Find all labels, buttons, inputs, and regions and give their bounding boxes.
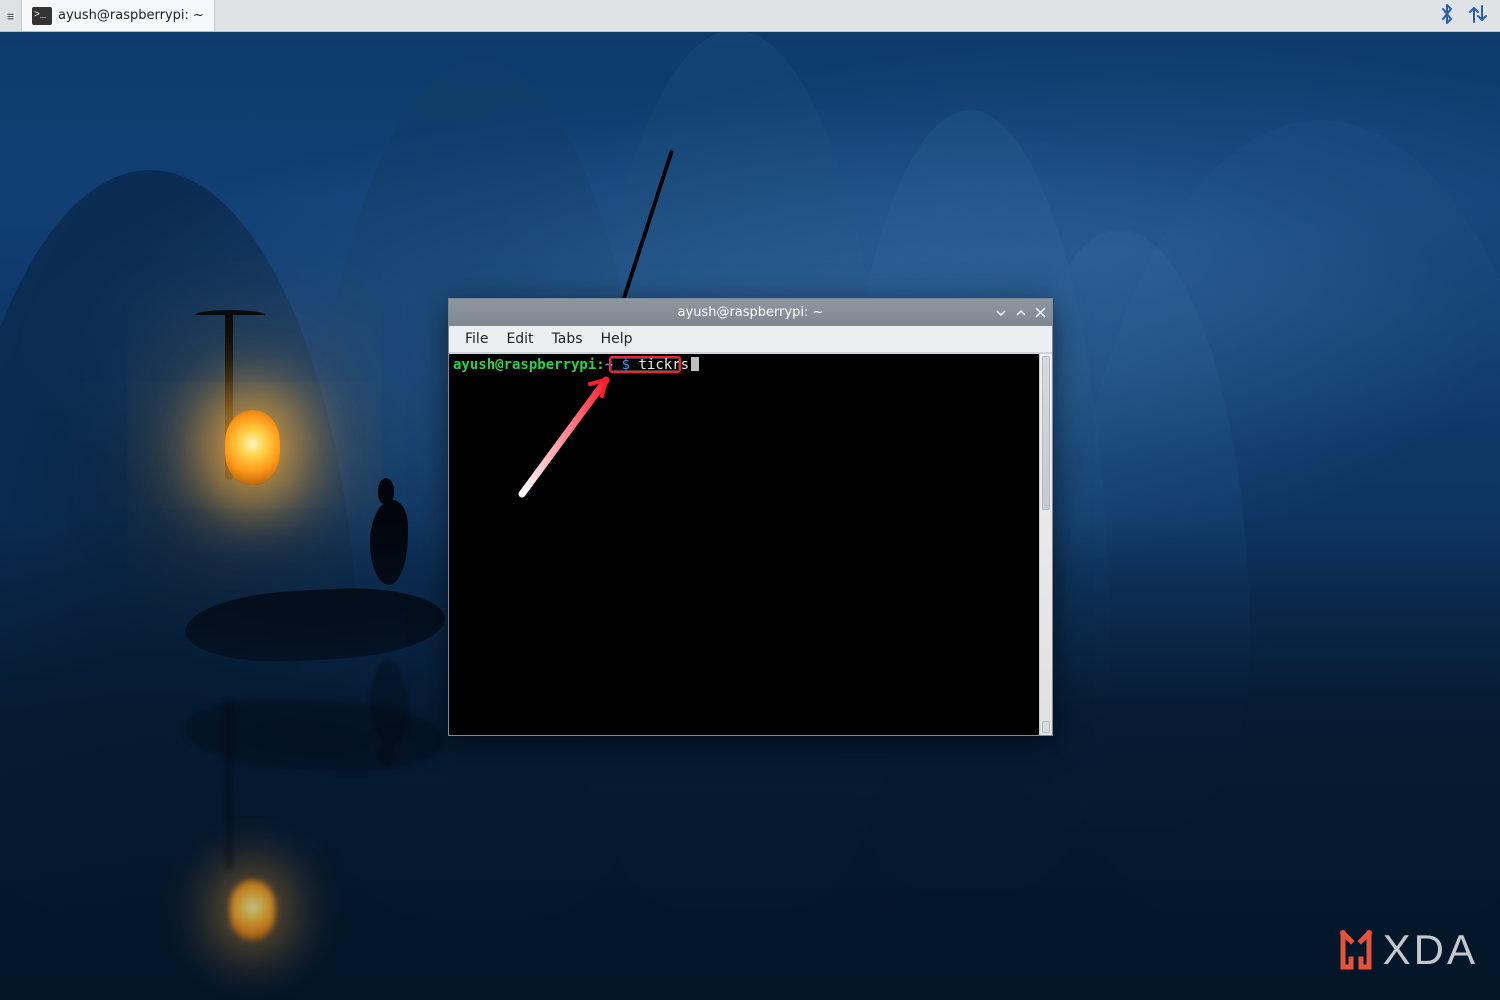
taskbar: >_ ayush@raspberrypi: ~ xyxy=(0,0,1500,32)
prompt-dollar: $ xyxy=(613,357,630,373)
xda-logo-icon xyxy=(1337,929,1375,971)
terminal-menubar: File Edit Tabs Help xyxy=(449,326,1052,353)
close-icon xyxy=(1035,307,1046,318)
terminal-window: ayush@raspberrypi: ~ File Edit Tabs Help… xyxy=(448,298,1053,736)
terminal-cursor xyxy=(691,357,699,371)
terminal-body[interactable]: ayush@raspberrypi:~ $ tickrs xyxy=(449,354,1039,735)
chevron-up-icon xyxy=(1015,307,1027,319)
window-title: ayush@raspberrypi: ~ xyxy=(678,305,824,320)
prompt-path: ~ xyxy=(605,357,613,373)
menu-tabs[interactable]: Tabs xyxy=(544,328,591,350)
prompt-separator: : xyxy=(596,357,604,373)
taskbar-item-terminal[interactable]: >_ ayush@raspberrypi: ~ xyxy=(22,0,215,31)
prompt-user: ayush@raspberrypi xyxy=(453,357,596,373)
terminal-scrollbar[interactable] xyxy=(1039,354,1052,735)
menu-help[interactable]: Help xyxy=(593,328,641,350)
network-updown-icon[interactable] xyxy=(1468,3,1488,29)
taskbar-item-label: ayush@raspberrypi: ~ xyxy=(58,8,204,23)
minimize-button[interactable] xyxy=(995,307,1007,319)
menu-grip-icon xyxy=(6,10,15,22)
maximize-button[interactable] xyxy=(1015,307,1027,319)
watermark-text: XDA xyxy=(1383,926,1478,974)
menu-edit[interactable]: Edit xyxy=(498,328,541,350)
app-launcher-button[interactable] xyxy=(0,0,22,31)
menu-file[interactable]: File xyxy=(457,328,496,350)
window-titlebar[interactable]: ayush@raspberrypi: ~ xyxy=(449,299,1052,326)
bluetooth-icon[interactable] xyxy=(1438,3,1456,29)
chevron-down-icon xyxy=(995,307,1007,319)
watermark: XDA xyxy=(1337,926,1478,974)
terminal-command: tickrs xyxy=(638,357,689,373)
close-button[interactable] xyxy=(1035,307,1046,318)
terminal-icon: >_ xyxy=(32,7,52,25)
